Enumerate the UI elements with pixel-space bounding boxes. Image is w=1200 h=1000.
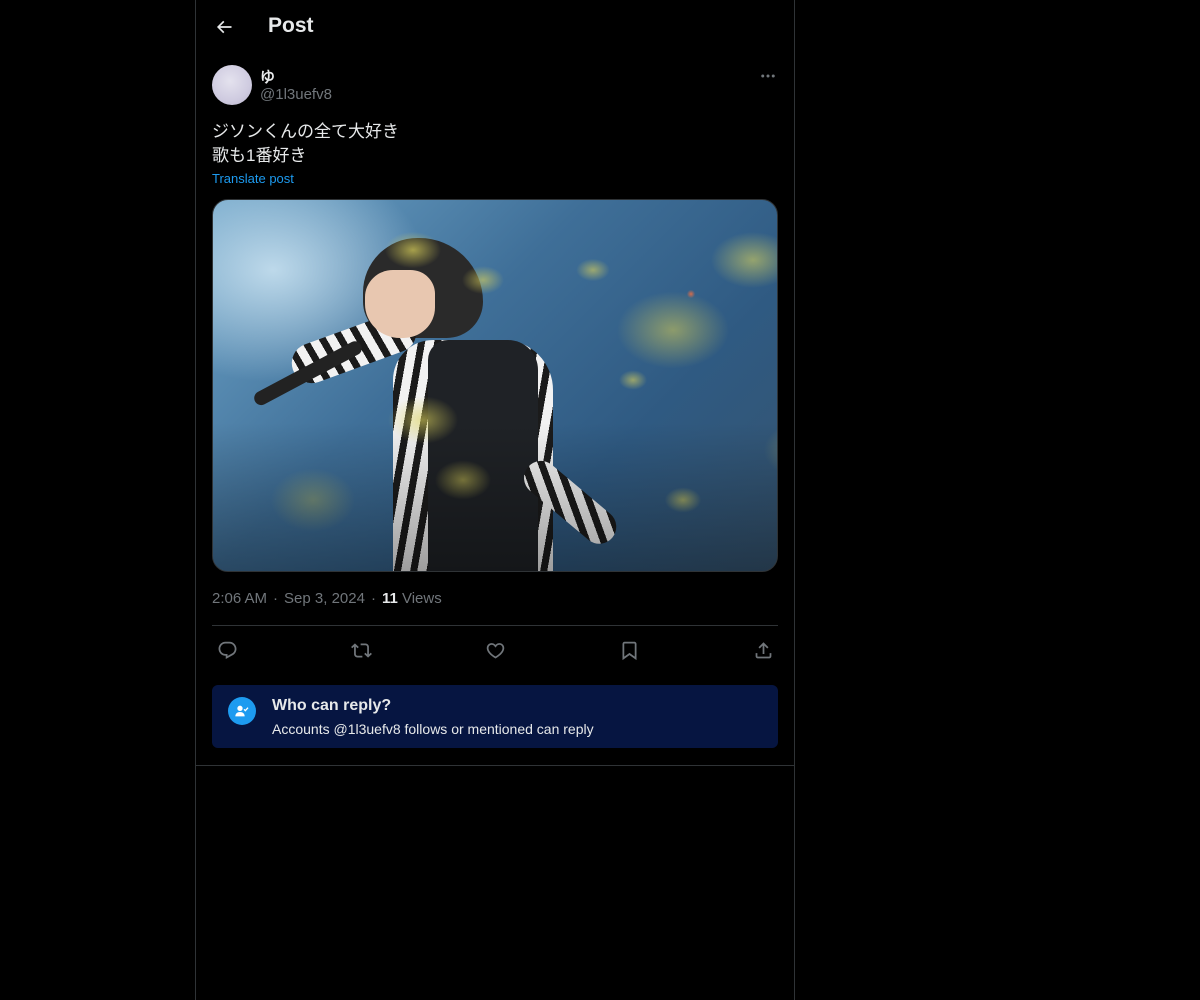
repost-icon [350,642,372,658]
like-button[interactable] [481,636,509,664]
bookmark-icon [622,641,636,660]
arrow-left-icon [216,20,232,34]
primary-column: Post ゆ @1l3uefv8 ジソンくんの全て大好き 歌も1番好き Tran… [195,0,795,1000]
post-time[interactable]: 2:06 AM [212,590,267,607]
post-text: ジソンくんの全て大好き 歌も1番好き [212,120,399,168]
post-metadata: 2:06 AM · Sep 3, 2024 · 11 Views [212,590,442,607]
separator-dot: · [370,590,376,607]
post-actions-bar [212,636,778,664]
author-handle[interactable]: @1l3uefv8 [260,86,332,103]
views-label: Views [401,590,442,607]
separator-dot: · [273,590,279,607]
more-options-button[interactable] [756,64,780,88]
divider [212,625,778,626]
translate-post-link[interactable]: Translate post [212,171,294,186]
bookmark-button[interactable] [615,636,643,664]
page-title: Post [268,14,314,37]
reply-icon [218,641,236,659]
back-button[interactable] [210,13,238,41]
reply-restriction-notice: Who can reply? Accounts @1l3uefv8 follow… [212,685,778,748]
share-button[interactable] [749,636,777,664]
views-count: 11 [381,590,398,607]
reply-button[interactable] [213,636,241,664]
image-shade [213,200,777,571]
more-horizontal-icon [761,74,775,78]
avatar[interactable] [212,65,252,105]
post-header: Post [196,0,794,54]
reply-restriction-title: Who can reply? [272,697,392,714]
post-image[interactable] [212,199,778,572]
post-date[interactable]: Sep 3, 2024 [284,590,365,607]
post-text-line: ジソンくんの全て大好き [212,122,399,141]
repost-button[interactable] [347,636,375,664]
post-text-line: 歌も1番好き [212,146,307,165]
share-icon [755,641,771,658]
divider [196,765,794,766]
heart-icon [486,642,504,659]
reply-restriction-subtitle: Accounts @1l3uefv8 follows or mentioned … [272,721,594,737]
author-display-name[interactable]: ゆ [260,66,275,87]
person-check-icon [228,697,256,725]
